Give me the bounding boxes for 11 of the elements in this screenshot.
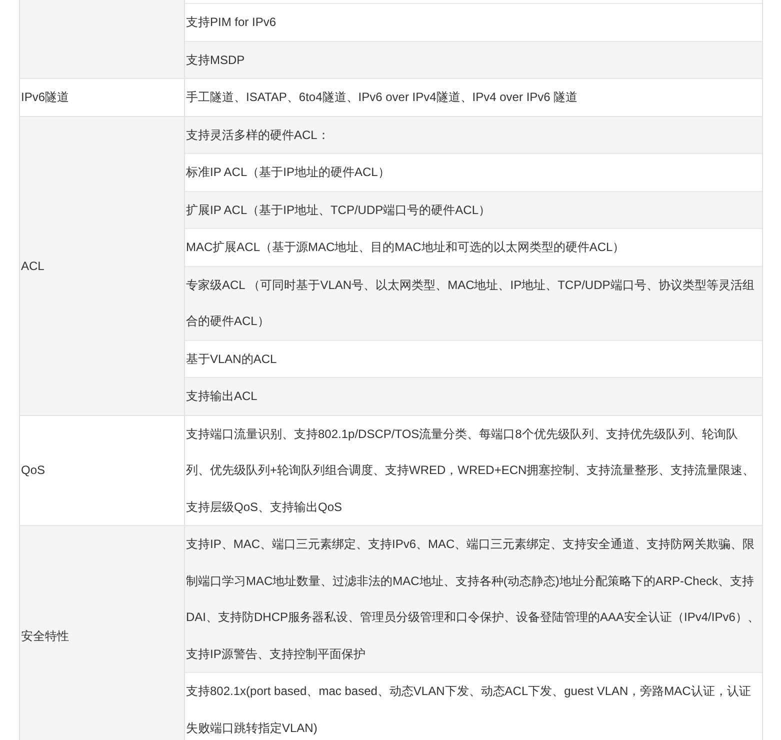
row-header-cell: QoS — [19, 416, 185, 525]
row-header-cell: 安全特性 — [19, 526, 185, 740]
table-cell: 专家级ACL （可同时基于VLAN号、以太网类型、MAC地址、IP地址、TCP/UDP端口号、协议类型等灵活组合的硬件ACL） — [185, 266, 762, 340]
row-header-cell: IPv6隧道 — [19, 79, 185, 116]
table-cell: 支持MSDP — [185, 42, 762, 78]
table-cell: 支持IP、MAC、端口三元素绑定、支持IPv6、MAC、端口三元素绑定、支持安全通道、支持防网关欺骗、限制端口学习MAC地址数量、过滤非法的MAC地址、支持各种(动态静态)地址分配策略下的ARP-Check、支持DAI、支持防DHCP服务器私设、管理员分级管理和口令保护、设备登陆管理的AAA安全认证（IPv4/IPv6）、支持IP源警告、支持控制平面保护 — [185, 526, 762, 673]
table-cell: 基于VLAN的ACL — [185, 340, 762, 378]
table-cell: 支持灵活多样的硬件ACL： — [185, 116, 762, 154]
table-cell: 支持输出ACL — [185, 378, 762, 414]
table-cell: 扩展IP ACL（基于IP地址、TCP/UDP端口号的硬件ACL） — [185, 192, 762, 229]
row-header-cell: ACL — [19, 116, 185, 414]
